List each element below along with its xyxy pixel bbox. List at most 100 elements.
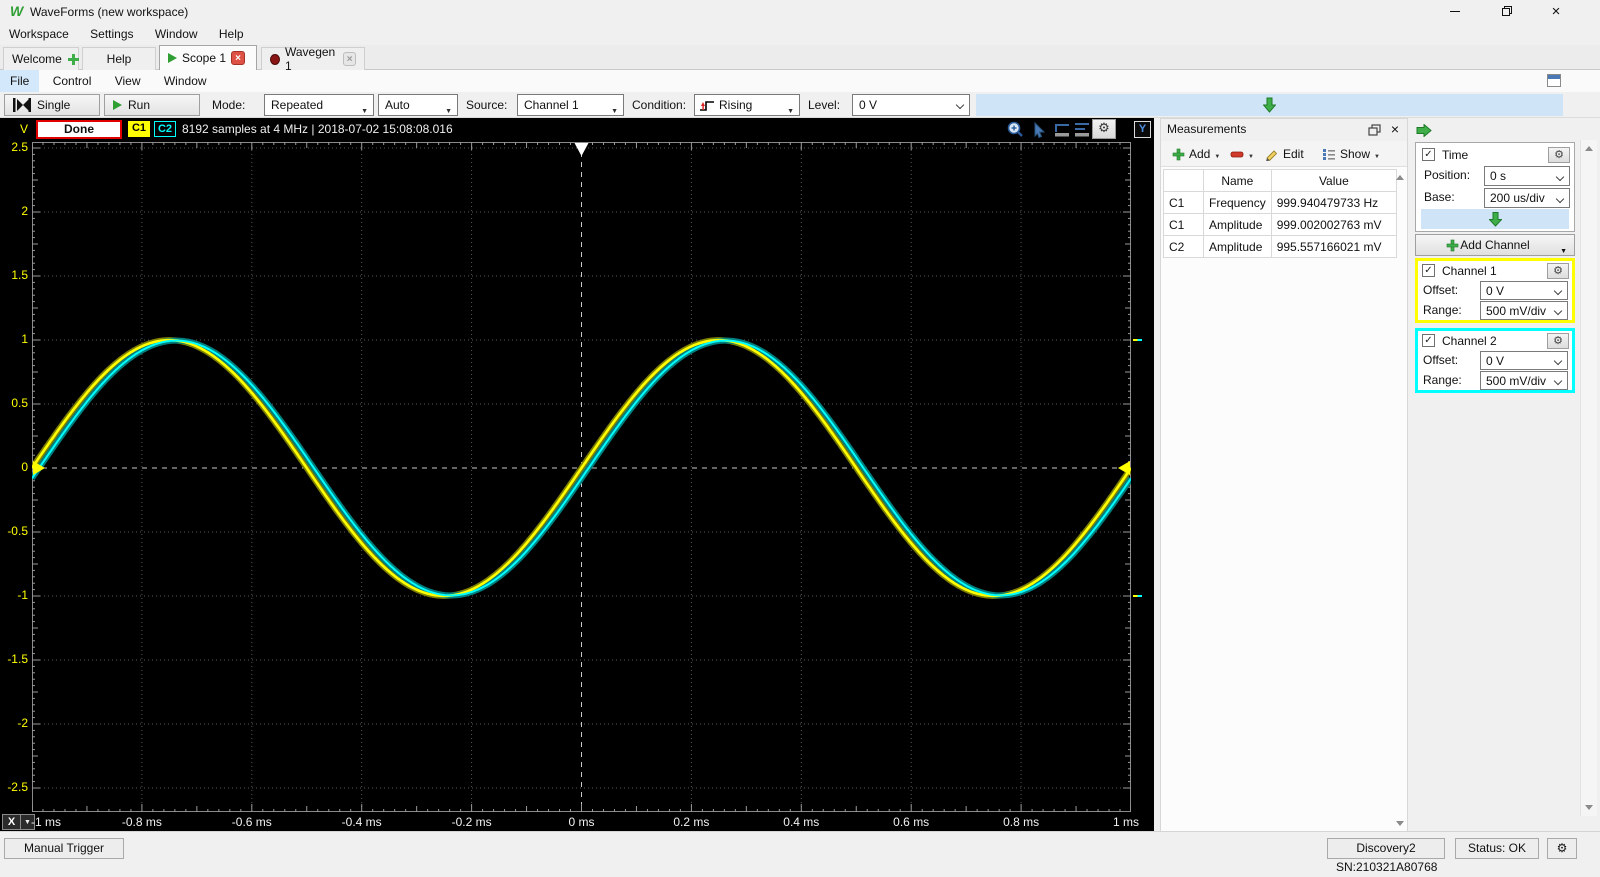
close-tab-icon[interactable]: × bbox=[343, 52, 356, 66]
plot-settings-button[interactable]: ⚙ bbox=[1092, 119, 1116, 139]
minus-icon bbox=[1230, 151, 1244, 157]
acquisition-status-button[interactable]: Done bbox=[36, 120, 122, 139]
y-axis-tick-label: -2.5 bbox=[7, 780, 28, 794]
close-tab-icon[interactable]: × bbox=[231, 51, 246, 65]
list-icon bbox=[1323, 149, 1335, 160]
y-axis-tick-label: 2 bbox=[21, 204, 28, 218]
y-axis-tick-label: 1 bbox=[21, 332, 28, 346]
measurement-channel: C1 bbox=[1163, 213, 1204, 236]
menu-settings[interactable]: Settings bbox=[81, 23, 142, 45]
tab-label: Help bbox=[106, 52, 132, 66]
record-dot-icon bbox=[270, 53, 280, 65]
tab-help[interactable]: Help bbox=[82, 47, 156, 70]
channel2-badge[interactable]: C2 bbox=[154, 121, 176, 137]
scroll-up-icon[interactable] bbox=[1585, 146, 1593, 151]
measurements-titlebar: Measurements × bbox=[1161, 119, 1407, 141]
table-row[interactable]: C1 Amplitude 999.002002763 mV bbox=[1163, 213, 1398, 236]
auto-value: Auto bbox=[385, 98, 410, 112]
channel1-offset-combobox[interactable]: 0 V bbox=[1480, 281, 1568, 300]
value-column-header[interactable]: Value bbox=[1270, 169, 1398, 192]
mode-select[interactable]: Repeated ▼ bbox=[264, 94, 374, 116]
y-cursors-icon[interactable] bbox=[1073, 120, 1093, 138]
timebase-indicator-bar bbox=[1421, 209, 1569, 229]
float-window-icon[interactable] bbox=[1547, 74, 1561, 87]
tab-scope-1[interactable]: Scope 1 × bbox=[159, 45, 257, 70]
channel2-range-combobox[interactable]: 500 mV/div bbox=[1480, 371, 1568, 390]
position-value: 0 s bbox=[1490, 169, 1507, 183]
restore-button[interactable] bbox=[1484, 0, 1530, 23]
time-settings-button[interactable]: ⚙ bbox=[1548, 147, 1570, 163]
tab-welcome[interactable]: Welcome bbox=[3, 47, 80, 70]
range-value: 500 mV/div bbox=[1486, 304, 1547, 318]
channel-column-header[interactable] bbox=[1163, 169, 1204, 192]
status-bar: Manual Trigger Discovery2 SN:210321A8076… bbox=[0, 831, 1600, 874]
table-row[interactable]: C2 Amplitude 995.557166021 mV bbox=[1163, 235, 1398, 258]
channel2-checkbox[interactable]: ✓ bbox=[1422, 334, 1435, 347]
vertical-scrollbar[interactable] bbox=[1580, 140, 1597, 816]
y-axis-button[interactable]: Y bbox=[1134, 121, 1151, 138]
panel-title: Measurements bbox=[1167, 122, 1247, 136]
y-axis-tick-label: 2.5 bbox=[11, 140, 28, 154]
scroll-down-icon[interactable] bbox=[1585, 805, 1593, 810]
float-panel-icon[interactable] bbox=[1368, 124, 1381, 136]
channel1-checkbox[interactable]: ✓ bbox=[1422, 264, 1435, 277]
condition-select[interactable]: Rising ▼ bbox=[694, 94, 800, 116]
channel1-settings-button[interactable]: ⚙ bbox=[1547, 263, 1569, 279]
chevron-down-icon bbox=[1553, 376, 1563, 386]
remove-measurement-button[interactable]: ▼ bbox=[1227, 144, 1257, 164]
manual-trigger-button[interactable]: Manual Trigger bbox=[4, 838, 124, 859]
x-axis-tick-label: 0 ms bbox=[568, 815, 595, 829]
scope-status-bar: V Done C1 C2 8192 samples at 4 MHz | 201… bbox=[0, 118, 1154, 142]
single-button[interactable]: Single bbox=[4, 94, 100, 116]
dropdown-arrow-icon: ▼ bbox=[1374, 154, 1380, 160]
channel1-groupbox: ✓ Channel 1 ⚙ Offset: 0 V Range: 500 mV/… bbox=[1415, 258, 1575, 323]
time-position-combobox[interactable]: 0 s bbox=[1484, 166, 1570, 186]
titlebar: W WaveForms (new workspace) × bbox=[0, 0, 1600, 23]
source-label: Source: bbox=[466, 98, 508, 112]
main-area: V Done C1 C2 8192 samples at 4 MHz | 201… bbox=[0, 118, 1600, 832]
tab-wavegen-1[interactable]: Wavegen 1 × bbox=[261, 45, 365, 73]
name-column-header[interactable]: Name bbox=[1203, 169, 1272, 192]
menu-workspace[interactable]: Workspace bbox=[0, 23, 78, 45]
x-cursors-icon[interactable] bbox=[1053, 120, 1073, 138]
time-base-combobox[interactable]: 200 us/div bbox=[1484, 188, 1570, 208]
scroll-up-icon[interactable] bbox=[1396, 175, 1404, 180]
device-settings-button[interactable]: ⚙ bbox=[1547, 838, 1577, 859]
minimize-button[interactable] bbox=[1432, 0, 1478, 23]
acquisition-progress-strip bbox=[976, 94, 1563, 116]
level-value: 0 V bbox=[859, 98, 878, 112]
scope-menu-view[interactable]: View bbox=[105, 70, 151, 92]
close-button[interactable]: × bbox=[1533, 0, 1579, 23]
run-button[interactable]: Run bbox=[104, 94, 200, 116]
level-combobox[interactable]: 0 V bbox=[852, 94, 970, 116]
collapse-panel-arrow-icon[interactable] bbox=[1416, 124, 1432, 137]
run-label: Run bbox=[128, 98, 151, 112]
channel2-offset-combobox[interactable]: 0 V bbox=[1480, 351, 1568, 370]
zoom-icon[interactable] bbox=[1005, 120, 1025, 138]
source-select[interactable]: Channel 1 ▼ bbox=[517, 94, 624, 116]
show-measurement-button[interactable]: Show ▼ bbox=[1319, 144, 1383, 164]
channel2-settings-button[interactable]: ⚙ bbox=[1547, 333, 1569, 349]
waveforms-logo-icon: W bbox=[10, 3, 24, 19]
chevron-down-icon bbox=[1553, 286, 1563, 296]
scope-menu-file[interactable]: File bbox=[0, 70, 40, 92]
add-channel-button[interactable]: Add Channel ▼ bbox=[1415, 234, 1575, 256]
scope-menu-control[interactable]: Control bbox=[43, 70, 102, 92]
add-measurement-button[interactable]: Add ▼ bbox=[1169, 144, 1223, 164]
pointer-icon[interactable] bbox=[1031, 120, 1051, 138]
oscilloscope-plot[interactable] bbox=[32, 142, 1131, 812]
scope-menu-window[interactable]: Window bbox=[154, 70, 217, 92]
scroll-down-icon[interactable] bbox=[1396, 821, 1404, 826]
channel1-badge[interactable]: C1 bbox=[128, 121, 150, 137]
channel-extent-marker bbox=[1133, 595, 1142, 597]
menu-help[interactable]: Help bbox=[210, 23, 253, 45]
close-panel-icon[interactable]: × bbox=[1391, 121, 1399, 137]
status-ok-button[interactable]: Status: OK bbox=[1455, 838, 1539, 859]
edit-measurement-button[interactable]: Edit bbox=[1261, 144, 1307, 164]
menu-window[interactable]: Window bbox=[146, 23, 207, 45]
device-info-button[interactable]: Discovery2 SN:210321A80768 bbox=[1327, 838, 1445, 874]
table-row[interactable]: C1 Frequency 999.940479733 Hz bbox=[1163, 191, 1398, 214]
time-checkbox[interactable]: ✓ bbox=[1422, 148, 1435, 161]
channel1-range-combobox[interactable]: 500 mV/div bbox=[1480, 301, 1568, 320]
auto-select[interactable]: Auto ▼ bbox=[378, 94, 458, 116]
